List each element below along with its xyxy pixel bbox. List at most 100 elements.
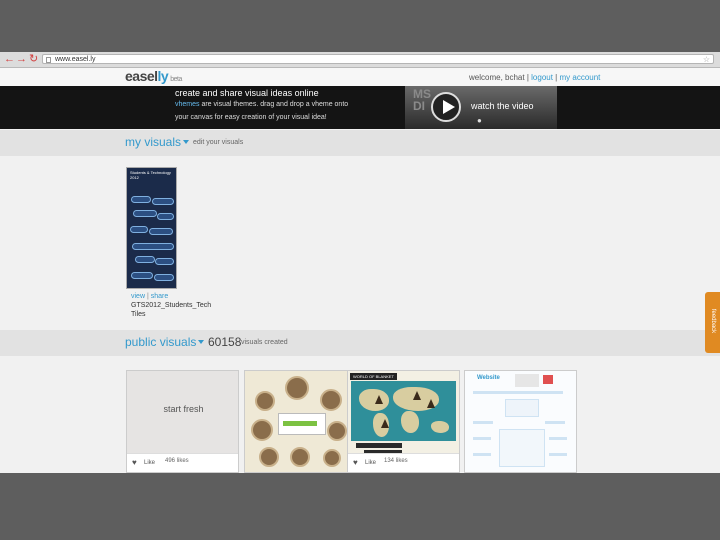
card-title: Website [477, 375, 500, 381]
vheme-circle [259, 447, 279, 467]
divider: | [555, 73, 558, 82]
feedback-label: feedback [710, 308, 716, 334]
address-url: www.easel.ly [55, 56, 96, 63]
vheme-arrow [283, 421, 317, 426]
card-line [549, 453, 567, 456]
apple-icon: ● [477, 116, 482, 125]
vheme-circle [327, 421, 347, 441]
card-header: WORLD OF BLANKET [350, 373, 397, 380]
user-links: welcome, bchat | logout | my account [469, 73, 600, 82]
feedback-tab[interactable]: feedback [705, 292, 720, 353]
map-land [359, 389, 389, 411]
browser-window: ← → ↻ www.easel.ly ☆ easelly beta welcome… [0, 52, 720, 473]
vheme-circle [251, 419, 273, 441]
slide-top-band [0, 0, 720, 52]
thumb-shape [131, 272, 153, 279]
thumb-title: Students & Technology 2012 [130, 170, 171, 180]
page-icon [46, 57, 51, 63]
thumb-shape [135, 256, 155, 263]
video-player[interactable]: MS DI watch the video ● [405, 86, 557, 129]
share-link[interactable]: share [151, 293, 169, 300]
card-line [473, 391, 563, 394]
vheme-circle [290, 447, 310, 467]
vheme-circle [320, 389, 342, 411]
divider: | [526, 73, 529, 82]
video-background-text: MS DI [413, 87, 431, 113]
vheme-circle [255, 391, 275, 411]
edit-visuals-link[interactable]: edit your visuals [193, 139, 243, 146]
public-visuals-bar: public visuals 60158 visuals created [0, 330, 720, 356]
heart-icon[interactable]: ♥ [132, 458, 137, 467]
play-icon[interactable] [431, 92, 461, 122]
thumb-shape [130, 226, 148, 233]
map-sea [351, 381, 456, 441]
start-fresh-card[interactable]: start fresh ♥ Like 496 likes [126, 370, 239, 473]
visual-subtitle: Tiles [131, 311, 146, 318]
like-button[interactable]: Like [144, 460, 155, 466]
card-line [545, 421, 565, 424]
thumb-shape [152, 198, 174, 205]
logo-main: easel [125, 68, 158, 84]
chevron-down-icon[interactable] [198, 340, 204, 344]
reload-icon[interactable]: ↻ [29, 53, 38, 65]
visuals-count: 60158 [208, 335, 242, 349]
logout-link[interactable]: logout [531, 73, 553, 82]
thumb-actions: view | share [131, 293, 168, 300]
map-land [401, 411, 419, 433]
card-line [473, 437, 491, 440]
site-header: easelly beta welcome, bchat | logout | my… [0, 68, 720, 87]
thumb-shape [155, 258, 174, 265]
my-visuals-bar: my visuals edit your visuals [0, 130, 720, 156]
thumb-shape [154, 274, 174, 281]
card-footer: ♥ Like 134 likes [348, 453, 459, 472]
forward-icon[interactable]: → [16, 53, 27, 65]
card-line [473, 421, 493, 424]
logo-accent: ly [157, 68, 169, 84]
thumb-shape [149, 228, 173, 235]
map-land [431, 421, 449, 433]
thumb-shape [131, 196, 151, 203]
map-marker [413, 391, 421, 400]
likes-count: 496 likes [165, 458, 189, 464]
watch-video-label[interactable]: watch the video [471, 101, 534, 111]
thumb-shape [133, 210, 157, 217]
view-link[interactable]: view [131, 293, 145, 300]
back-icon[interactable]: ← [4, 53, 15, 65]
card-line [549, 437, 567, 440]
card-image [515, 374, 539, 387]
welcome-text: welcome, bchat [469, 73, 525, 82]
card-box [505, 399, 539, 417]
thumb-shape [132, 243, 174, 250]
public-visual-card[interactable]: Website [464, 370, 577, 473]
vhemes-link[interactable]: vhemes [175, 101, 200, 108]
vheme-circle [323, 449, 341, 467]
bookmark-star-icon[interactable]: ☆ [703, 55, 710, 65]
start-fresh-label[interactable]: start fresh [127, 404, 238, 414]
promo-banner: create and share visual ideas online vhe… [0, 86, 720, 129]
banner-line3: your canvas for easy creation of your vi… [175, 114, 327, 121]
my-visuals-title[interactable]: my visuals [125, 135, 181, 149]
vheme-circle [285, 376, 309, 400]
public-visual-card[interactable] [244, 370, 357, 473]
thumb-shape [157, 213, 174, 220]
my-account-link[interactable]: my account [559, 73, 600, 82]
map-marker [375, 395, 383, 404]
banner-description: vhemes are visual themes. drag and drop … [175, 101, 348, 108]
likes-count: 134 likes [384, 458, 408, 464]
like-button[interactable]: Like [365, 460, 376, 466]
heart-icon[interactable]: ♥ [353, 458, 358, 467]
visual-name: GTS2012_Students_Tech [131, 302, 212, 309]
chevron-down-icon[interactable] [183, 140, 189, 144]
browser-toolbar: ← → ↻ www.easel.ly ☆ [0, 52, 720, 68]
public-visual-card[interactable]: WORLD OF BLANKET ♥ Like 134 likes [347, 370, 460, 473]
address-bar[interactable]: www.easel.ly ☆ [42, 54, 714, 64]
banner-title: create and share visual ideas online [175, 88, 319, 98]
slide-bottom-band [0, 473, 720, 540]
easelly-logo[interactable]: easelly beta [125, 68, 182, 84]
card-line [473, 453, 491, 456]
public-visuals-title[interactable]: public visuals [125, 335, 196, 349]
my-visual-thumbnail[interactable]: Students & Technology 2012 [126, 167, 177, 289]
card-image [543, 375, 553, 384]
logo-beta: beta [170, 76, 182, 83]
divider: | [146, 293, 149, 300]
